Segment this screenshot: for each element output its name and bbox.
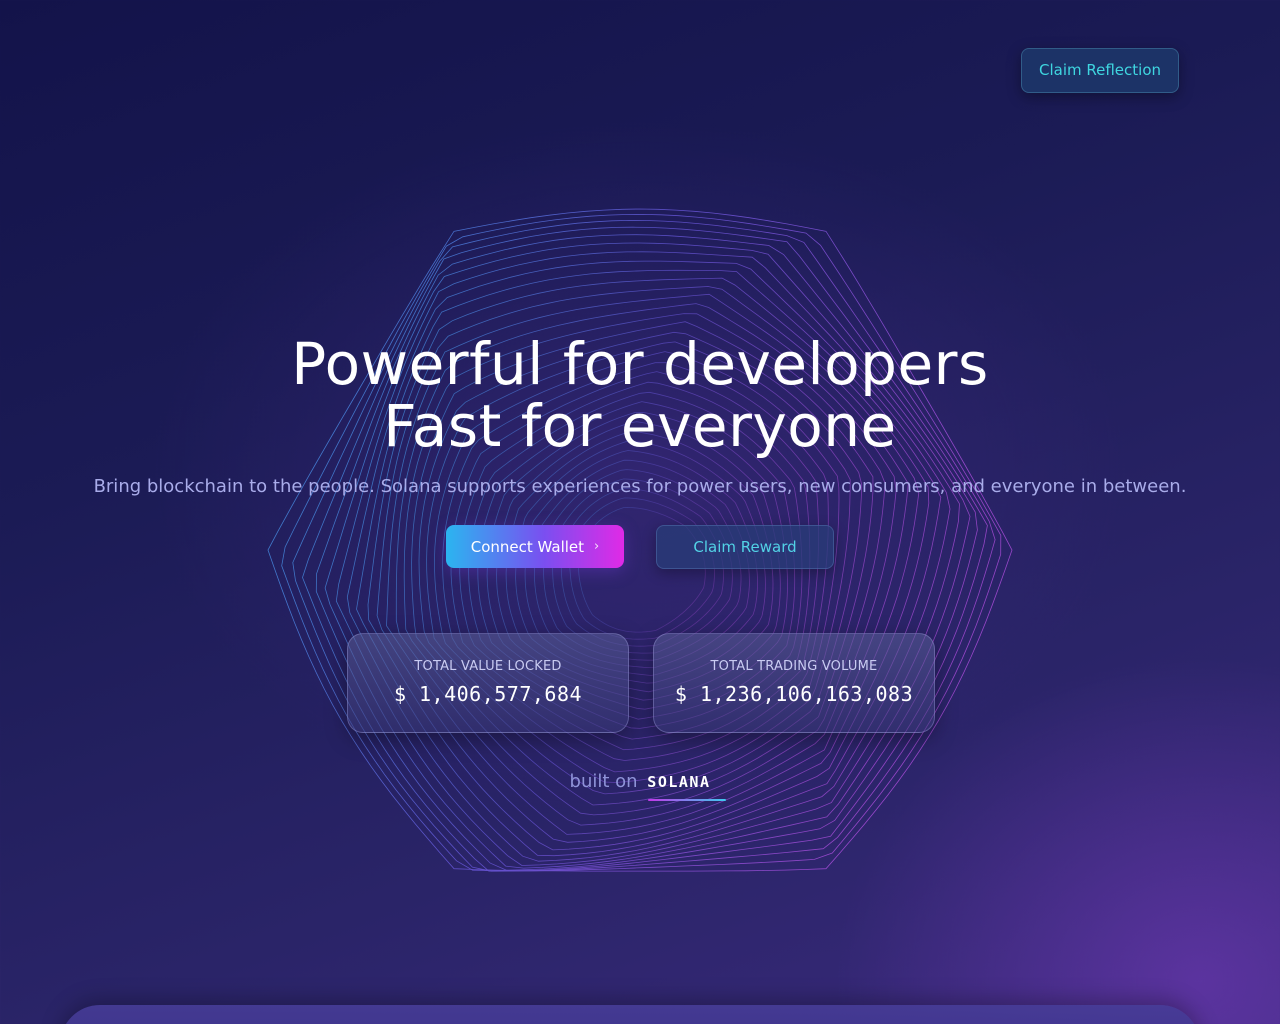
total-value-locked-card: TOTAL VALUE LOCKED $ 1,406,577,684 — [347, 633, 629, 733]
hero-title: Powerful for developers Fast for everyon… — [0, 333, 1280, 457]
stat-value: $ 1,406,577,684 — [393, 682, 583, 706]
claim-reward-button[interactable]: Claim Reward — [656, 525, 834, 569]
chevron-right-icon: › — [594, 539, 600, 554]
built-on-solana[interactable]: built on SOLANA — [0, 771, 1280, 792]
connect-wallet-button[interactable]: Connect Wallet › — [446, 525, 624, 568]
solana-underline — [648, 799, 726, 801]
stat-label: TOTAL TRADING VOLUME — [710, 659, 878, 674]
bottom-panel — [60, 1005, 1200, 1024]
hero-subtitle: Bring blockchain to the people. Solana s… — [93, 476, 1187, 497]
hero-title-line-1: Powerful for developers — [291, 330, 989, 398]
stat-label: TOTAL VALUE LOCKED — [414, 659, 562, 674]
hex-wave-graphic — [267, 208, 1013, 872]
claim-reflection-button[interactable]: Claim Reflection — [1021, 48, 1179, 93]
solana-logo: SOLANA — [647, 773, 711, 791]
built-on-text: built on — [569, 771, 638, 792]
stat-value: $ 1,236,106,163,083 — [674, 682, 914, 706]
total-trading-volume-card: TOTAL TRADING VOLUME $ 1,236,106,163,083 — [653, 633, 935, 733]
connect-wallet-label: Connect Wallet — [470, 537, 585, 556]
hero-title-line-2: Fast for everyone — [383, 392, 897, 460]
